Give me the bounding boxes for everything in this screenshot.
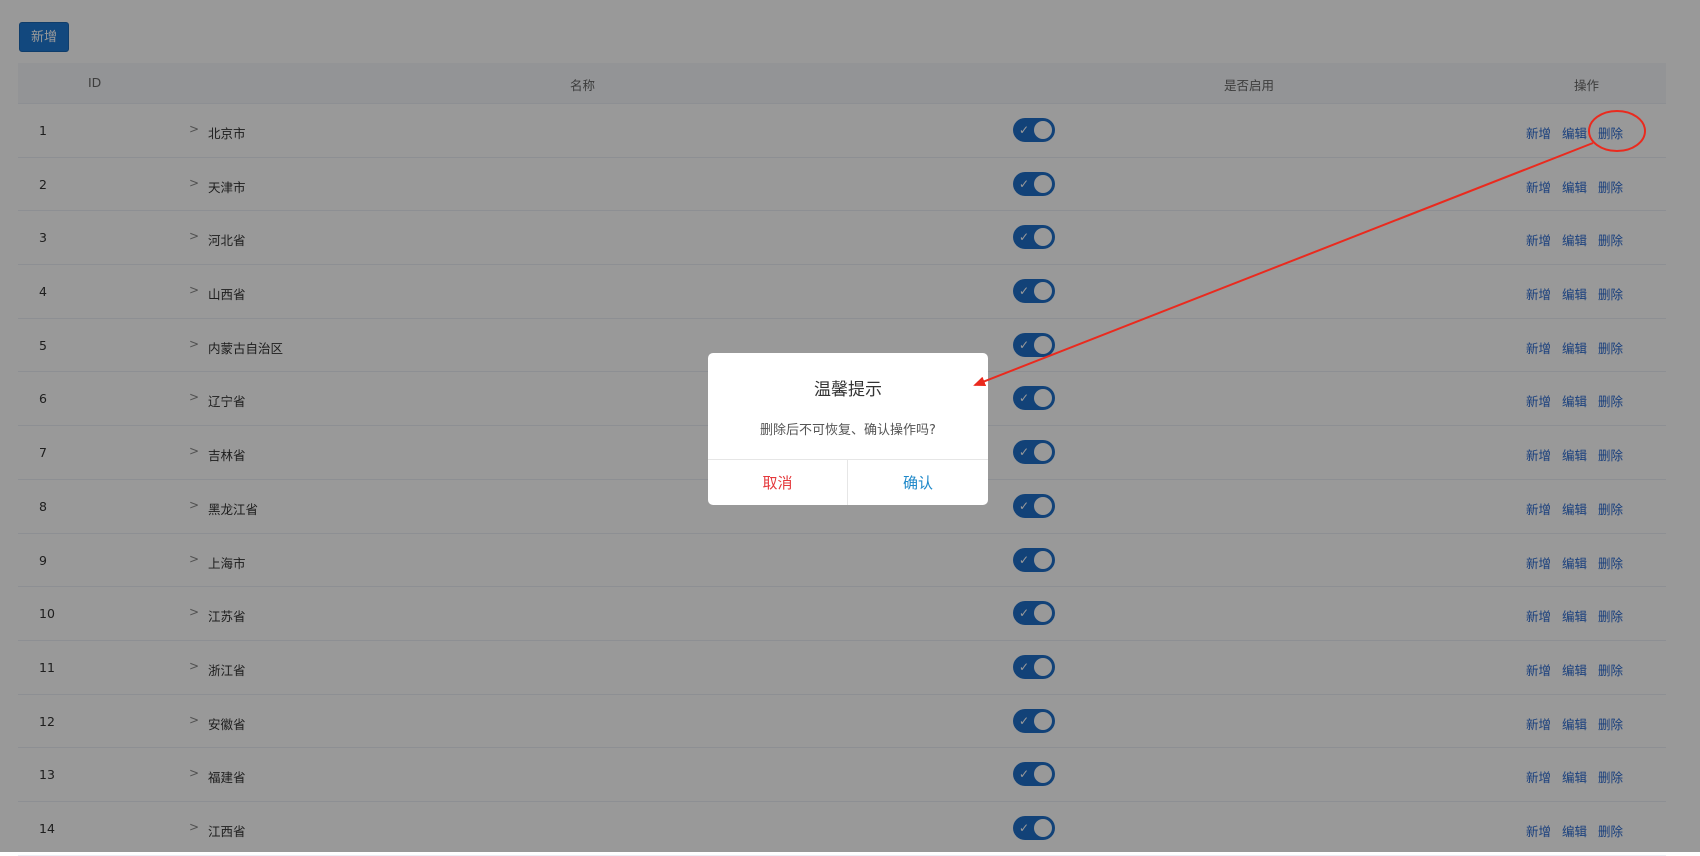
- page: 新增 ID 名称 是否启用 操作 1 > 北京市 ✓ 新增 编辑 删除 2 > 天津市 ✓ 新增 编辑删…: [0, 0, 1700, 856]
- annotation-overlay: [973, 110, 1646, 387]
- annotation-arrow: [973, 142, 1594, 387]
- highlight-circle: [1588, 110, 1646, 152]
